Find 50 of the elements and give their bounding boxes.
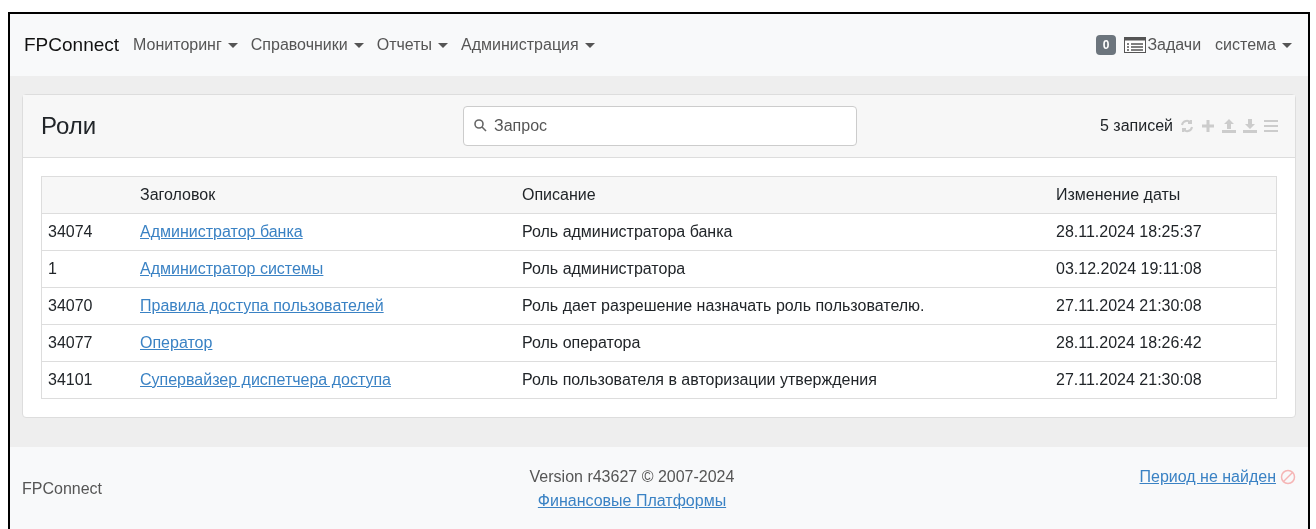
role-link[interactable]: Супервайзер диспетчера доступа <box>140 371 391 388</box>
page-title: Роли <box>41 112 98 140</box>
caret-icon <box>1282 42 1292 48</box>
table-cell: 03.12.2024 19:11:08 <box>1056 260 1202 277</box>
nav-menu[interactable]: Администрация <box>461 36 595 54</box>
table-cell: 28.11.2024 18:26:42 <box>1056 334 1202 351</box>
period-link[interactable]: Период не найден <box>1139 468 1276 486</box>
record-count: 5 записей <box>1100 117 1173 135</box>
role-link[interactable]: Оператор <box>140 334 213 351</box>
table-cell: 27.11.2024 21:30:08 <box>1056 297 1202 314</box>
table-cell: 34101 <box>48 371 93 388</box>
role-link[interactable]: Правила доступа пользователей <box>140 297 384 314</box>
role-link[interactable]: Администратор системы <box>140 260 324 277</box>
nav-menu[interactable]: Мониторинг <box>133 36 238 54</box>
footer-brand: FPConnect <box>22 480 104 498</box>
brand-logo[interactable]: FPConnect <box>24 34 120 56</box>
upload-icon[interactable] <box>1221 118 1237 134</box>
prohibited-icon <box>1280 469 1296 485</box>
table-cell: 34077 <box>48 334 93 351</box>
add-icon[interactable] <box>1200 118 1216 134</box>
download-icon[interactable] <box>1242 118 1258 134</box>
column-header: Описание <box>522 186 596 203</box>
caret-icon <box>584 42 595 48</box>
table-cell: 34074 <box>48 223 93 240</box>
version-text: Version r43627 © 2007-2024 Финансовые Платформы <box>528 467 736 511</box>
role-link[interactable]: Администратор банка <box>140 223 303 240</box>
table-cell: Роль дает разрешение назначать роль пользователю. <box>522 297 925 314</box>
column-header: Заголовок <box>140 186 216 203</box>
task-count-badge: 0 <box>1095 35 1117 55</box>
nav-menu[interactable]: Отчеты <box>376 36 449 54</box>
menu-icon[interactable] <box>1263 118 1279 134</box>
nav-menu[interactable]: Справочники <box>250 36 364 54</box>
user-menu[interactable]: система <box>1215 36 1292 54</box>
table-cell: Роль пользователя в авторизации утверждения <box>522 371 877 388</box>
table-cell: 34070 <box>48 297 93 314</box>
table-cell: 1 <box>48 260 57 277</box>
table-cell: 27.11.2024 21:30:08 <box>1056 371 1202 388</box>
caret-icon <box>438 42 449 48</box>
table-cell: 28.11.2024 18:25:37 <box>1056 223 1202 240</box>
caret-icon <box>227 42 238 48</box>
list-icon <box>1124 37 1147 53</box>
table-cell: Роль администратора банка <box>522 223 733 240</box>
search-field[interactable]: Запрос <box>463 106 857 146</box>
tasks-link[interactable]: Задачи <box>1124 36 1202 54</box>
table-cell: Роль администратора <box>522 260 686 277</box>
caret-icon <box>353 42 364 48</box>
table-cell: Роль оператора <box>522 334 641 351</box>
refresh-icon[interactable] <box>1179 118 1195 134</box>
column-header: Изменение даты <box>1056 186 1181 203</box>
company-link[interactable]: Финансовые Платформы <box>537 492 727 509</box>
